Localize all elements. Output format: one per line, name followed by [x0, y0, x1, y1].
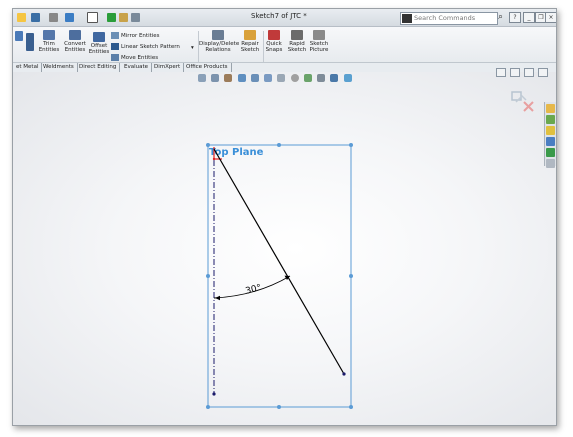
convert-label: Convert Entities	[64, 41, 86, 53]
tab-office-products[interactable]: Office Products	[183, 63, 232, 72]
plane-label: Top Plane	[209, 147, 264, 158]
pattern-dropdown[interactable]: ▾	[191, 45, 194, 52]
document-title: Sketch7 of JTC *	[251, 12, 307, 20]
centerline-endpoint[interactable]	[212, 392, 216, 396]
angle-dimension-value[interactable]: 30°	[245, 283, 263, 297]
plane-handle[interactable]	[349, 405, 353, 409]
sketch-origin	[212, 157, 216, 161]
options-icon[interactable]	[131, 12, 140, 23]
close-icon[interactable]: ×	[545, 12, 556, 23]
move-label: Move Entities	[121, 55, 159, 61]
sketch-picture-button[interactable]: Sketch Picture	[309, 30, 329, 53]
quick-snaps-button[interactable]: Quick Snaps	[263, 30, 285, 53]
picture-label: Sketch Picture	[309, 41, 329, 53]
mirror-label: Mirror Entities	[121, 33, 160, 39]
rebuild-icon[interactable]	[107, 12, 116, 23]
trim-label: Trim Entities	[38, 41, 60, 53]
display-delete-relations-button[interactable]: Display/Delete Relations	[199, 30, 240, 53]
select-icon[interactable]	[87, 12, 98, 23]
sketch-canvas: Top Plane 30°	[206, 143, 353, 409]
plane-handle[interactable]	[206, 274, 210, 278]
relations-icon	[212, 30, 224, 40]
print-icon[interactable]	[49, 12, 58, 23]
new-document-icon[interactable]	[17, 12, 26, 23]
top-plane-boundary[interactable]	[207, 144, 352, 408]
repair-icon	[244, 30, 256, 40]
tab-dimxpert[interactable]: DimXpert	[151, 63, 185, 72]
quick-snaps-icon	[268, 30, 280, 40]
quick-snaps-label: Quick Snaps	[265, 41, 283, 53]
trim-entities-button[interactable]: Trim Entities	[38, 30, 60, 53]
sketch-picture-icon	[313, 30, 325, 40]
sketch-tools-icon[interactable]	[13, 31, 25, 42]
plane-handle[interactable]	[349, 274, 353, 278]
tab-sheet-metal[interactable]: et Metal	[13, 63, 43, 72]
move-entities-button[interactable]: Move Entities	[111, 54, 158, 62]
linear-pattern-icon	[111, 43, 119, 50]
tab-evaluate[interactable]: Evaluate	[121, 63, 153, 72]
search-input[interactable]: Search Commands	[400, 12, 498, 25]
mirror-entities-button[interactable]: Mirror Entities	[111, 32, 160, 40]
plane-handle[interactable]	[277, 143, 281, 147]
graphics-area[interactable]: Top Plane 30°	[13, 68, 556, 425]
convert-icon	[69, 30, 81, 40]
linear-sketch-pattern-button[interactable]: Linear Sketch Pattern	[111, 43, 180, 51]
linear-pattern-label: Linear Sketch Pattern	[121, 44, 180, 50]
plane-handle[interactable]	[277, 405, 281, 409]
rapid-label: Rapid Sketch	[287, 41, 307, 53]
repair-label: Repair Sketch	[240, 41, 260, 53]
undo-icon[interactable]	[65, 12, 74, 23]
plane-handle[interactable]	[206, 405, 210, 409]
trim-icon	[43, 30, 55, 40]
offset-entities-button[interactable]: Offset Entities	[88, 32, 110, 55]
minimize-icon[interactable]: _	[523, 12, 535, 23]
move-icon	[111, 54, 119, 61]
file-properties-icon[interactable]	[119, 12, 128, 23]
search-icon[interactable]: ⌕	[498, 12, 503, 22]
title-bar: Sketch7 of JTC * Search Commands ⌕ ? _ ❐…	[13, 9, 556, 27]
rapid-sketch-button[interactable]: Rapid Sketch	[287, 30, 307, 53]
sketch-line[interactable]	[213, 148, 345, 375]
offset-label: Offset Entities	[88, 43, 110, 55]
help-icon[interactable]: ?	[509, 12, 521, 23]
tab-weldments[interactable]: Weldments	[40, 63, 78, 72]
repair-sketch-button[interactable]: Repair Sketch	[239, 30, 261, 53]
save-icon[interactable]	[31, 12, 40, 23]
dimension-arrow	[215, 295, 220, 301]
line-endpoint[interactable]	[342, 372, 346, 376]
solidworks-window: Sketch7 of JTC * Search Commands ⌕ ? _ ❐…	[12, 8, 557, 426]
search-commands-icon	[402, 14, 412, 23]
search-placeholder: Search Commands	[414, 14, 476, 22]
mirror-tool-icon[interactable]	[25, 33, 35, 52]
plane-handle[interactable]	[349, 143, 353, 147]
relations-label: Display/Delete Relations	[199, 41, 240, 53]
mirror-icon	[111, 32, 119, 39]
tab-direct-editing[interactable]: Direct Editing	[76, 63, 121, 72]
convert-entities-button[interactable]: Convert Entities	[62, 30, 88, 53]
offset-icon	[93, 32, 105, 42]
rapid-sketch-icon	[291, 30, 303, 40]
